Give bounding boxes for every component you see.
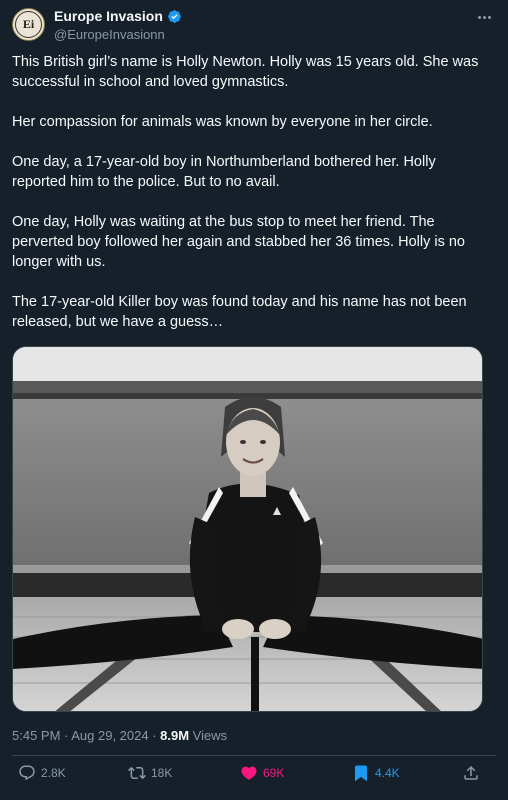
repost-icon [128,766,146,780]
author-handle[interactable]: @EuropeInvasionn [54,27,165,42]
bookmark-count: 4.4K [375,766,400,780]
views-count: 8.9M [160,728,190,743]
tweet-paragraph: The 17-year-old Killer boy was found tod… [12,294,467,330]
avatar[interactable]: Ei [12,8,45,41]
tweet-text: This British girl’s name is Holly Newton… [12,52,492,352]
like-count: 69K [263,766,285,780]
repost-button[interactable]: 18K [128,764,172,782]
bookmark-button[interactable]: 4.4K [352,764,400,782]
views-label: Views [189,728,228,743]
reply-count: 2.8K [41,766,66,780]
tweet-paragraph: Her compassion for animals was known by … [12,114,433,130]
divider [12,755,496,756]
like-button[interactable]: 69K [240,764,284,782]
tweet-paragraph: This British girl’s name is Holly Newton… [12,54,479,90]
verified-badge-icon [168,9,181,23]
tweet-photo[interactable] [12,346,483,712]
avatar-logo: Ei [15,11,42,38]
heart-icon [241,766,257,780]
tweet-paragraph: One day, Holly was waiting at the bus st… [12,214,465,270]
reply-button[interactable]: 2.8K [18,764,66,782]
author-display-name[interactable]: Europe Invasion [54,8,163,24]
share-button[interactable] [462,764,480,782]
reply-icon [19,765,35,781]
photo-girl-doing-splits [13,347,482,711]
more-options-icon[interactable] [474,10,494,24]
tweet-header: Ei Europe Invasion @EuropeInvasionn [12,8,496,44]
bookmark-icon [355,765,367,782]
share-icon [464,765,478,780]
action-bar: 2.8K 18K 69K 4.4K [12,764,496,788]
tweet-meta: 5:45 PM · Aug 29, 2024 · 8.9M Views [12,728,227,743]
tweet-paragraph: One day, a 17-year-old boy in Northumber… [12,154,436,190]
repost-count: 18K [151,766,173,780]
timestamp[interactable]: 5:45 PM · Aug 29, 2024 · [12,728,160,743]
author-name-row: Europe Invasion [54,8,182,24]
